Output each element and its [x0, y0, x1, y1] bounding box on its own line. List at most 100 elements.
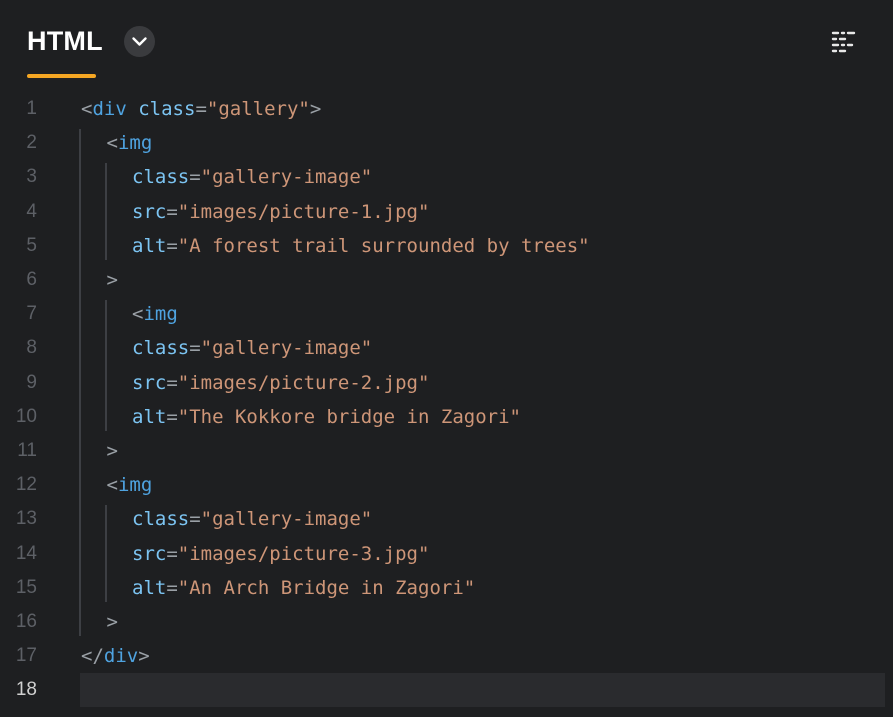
line-number: 1 — [26, 98, 37, 119]
code-token: src — [132, 371, 167, 394]
code-token: "gallery" — [206, 98, 310, 120]
code-line[interactable]: 7 <img — [0, 297, 893, 331]
code-token: = — [166, 234, 178, 257]
indent-guide — [104, 505, 107, 602]
code-token: img — [143, 303, 178, 326]
code-token: < — [132, 303, 144, 326]
code-token: = — [189, 337, 201, 360]
code-token: > — [309, 98, 322, 120]
code-token: "images/picture-1.jpg" — [177, 200, 430, 223]
code-token: > — [106, 611, 118, 633]
code-token: "gallery-image" — [200, 337, 373, 360]
code-line[interactable]: 9 src="images/picture-2.jpg" — [0, 366, 893, 400]
code-token: "images/picture-3.jpg" — [177, 542, 430, 565]
code-text: <img — [132, 297, 178, 331]
code-token: = — [166, 405, 178, 428]
code-token: "The Kokkore bridge in Zagori" — [177, 405, 521, 428]
code-token: class — [132, 337, 190, 360]
indent-guide — [79, 129, 81, 637]
format-lines-icon — [831, 31, 856, 53]
current-line-highlight — [80, 673, 885, 708]
line-number: 11 — [17, 440, 37, 461]
line-number: 17 — [15, 645, 37, 667]
code-token: "images/picture-2.jpg" — [177, 371, 430, 394]
line-number: 15 — [15, 576, 37, 598]
line-number: 9 — [26, 371, 37, 393]
line-number: 8 — [26, 337, 37, 359]
code-token: img — [117, 474, 153, 497]
code-token: class — [132, 166, 190, 189]
code-token: < — [106, 132, 118, 155]
code-token: "gallery-image" — [200, 508, 373, 531]
code-text: </div> — [81, 639, 150, 673]
line-number: 2 — [26, 132, 37, 154]
code-line[interactable]: 11 > — [0, 434, 893, 468]
code-text: <img — [107, 468, 153, 502]
line-number: 10 — [15, 405, 37, 427]
code-token: alt — [132, 576, 167, 599]
code-line[interactable]: 15 alt="An Arch Bridge in Zagori" — [0, 571, 893, 605]
code-token: = — [189, 508, 201, 531]
code-token: "gallery-image" — [200, 166, 373, 189]
code-text: src="images/picture-2.jpg" — [132, 366, 429, 400]
code-editor[interactable]: 1 <div class="gallery"> 2 <img 3 class="galle… — [0, 92, 893, 717]
format-code-button[interactable] — [830, 29, 858, 57]
code-token: > — [106, 440, 118, 462]
code-line[interactable]: 5 alt="A forest trail surrounded by trees… — [0, 229, 893, 263]
code-text: class="gallery-image" — [132, 502, 372, 536]
code-token: src — [132, 542, 167, 565]
active-tab-indicator — [27, 74, 96, 78]
code-text: > — [107, 605, 118, 639]
code-token: > — [138, 645, 150, 668]
code-token: alt — [132, 405, 167, 428]
code-line[interactable]: 17 </div> — [0, 639, 893, 673]
code-token: class — [138, 98, 196, 120]
code-token: = — [166, 200, 178, 223]
code-token: src — [132, 200, 167, 223]
code-line[interactable]: 2 <img — [0, 126, 893, 160]
line-number: 14 — [15, 542, 37, 564]
code-line[interactable]: 4 src="images/picture-1.jpg" — [0, 195, 893, 229]
line-number: 4 — [26, 200, 37, 222]
code-line[interactable]: 8 class="gallery-image" — [0, 331, 893, 365]
code-line[interactable]: 6 > — [0, 263, 893, 297]
language-dropdown-button[interactable] — [124, 26, 155, 57]
code-token: < — [81, 98, 93, 120]
code-text: alt="A forest trail surrounded by trees" — [132, 229, 590, 263]
code-token: = — [189, 166, 201, 189]
code-text: class="gallery-image" — [132, 160, 372, 194]
indent-guide — [104, 300, 107, 431]
code-line[interactable]: 14 src="images/picture-3.jpg" — [0, 537, 893, 571]
code-text: alt="An Arch Bridge in Zagori" — [132, 571, 475, 605]
code-token: div — [103, 645, 139, 668]
line-number: 13 — [15, 508, 37, 530]
line-number: 6 — [26, 269, 37, 290]
editor-header: HTML — [0, 0, 893, 80]
code-text: src="images/picture-1.jpg" — [132, 195, 429, 229]
chevron-down-icon — [132, 37, 147, 46]
code-text: alt="The Kokkore bridge in Zagori" — [132, 400, 521, 434]
code-token: > — [106, 269, 118, 291]
line-number: 7 — [26, 303, 37, 325]
code-text: class="gallery-image" — [132, 331, 372, 365]
code-line[interactable]: 10 alt="The Kokkore bridge in Zagori" — [0, 400, 893, 434]
code-line[interactable]: 1 <div class="gallery"> — [0, 92, 893, 126]
language-title: HTML — [27, 26, 103, 56]
code-text: > — [107, 434, 118, 468]
line-number: 3 — [26, 166, 37, 188]
code-token: "A forest trail surrounded by trees" — [177, 234, 590, 257]
code-line[interactable]: 16 > — [0, 605, 893, 639]
code-token: = — [195, 98, 207, 120]
code-line[interactable]: 12 <img — [0, 468, 893, 502]
code-line[interactable]: 18 — [0, 673, 893, 708]
code-token: = — [166, 576, 178, 599]
code-token: "An Arch Bridge in Zagori" — [177, 576, 476, 599]
line-number: 16 — [15, 611, 37, 632]
code-text: <img — [107, 126, 153, 160]
code-token: </ — [81, 645, 104, 668]
code-text: <div class="gallery"> — [81, 92, 321, 126]
code-line[interactable]: 3 class="gallery-image" — [0, 160, 893, 194]
code-token: class — [132, 508, 190, 531]
code-line[interactable]: 13 class="gallery-image" — [0, 502, 893, 536]
